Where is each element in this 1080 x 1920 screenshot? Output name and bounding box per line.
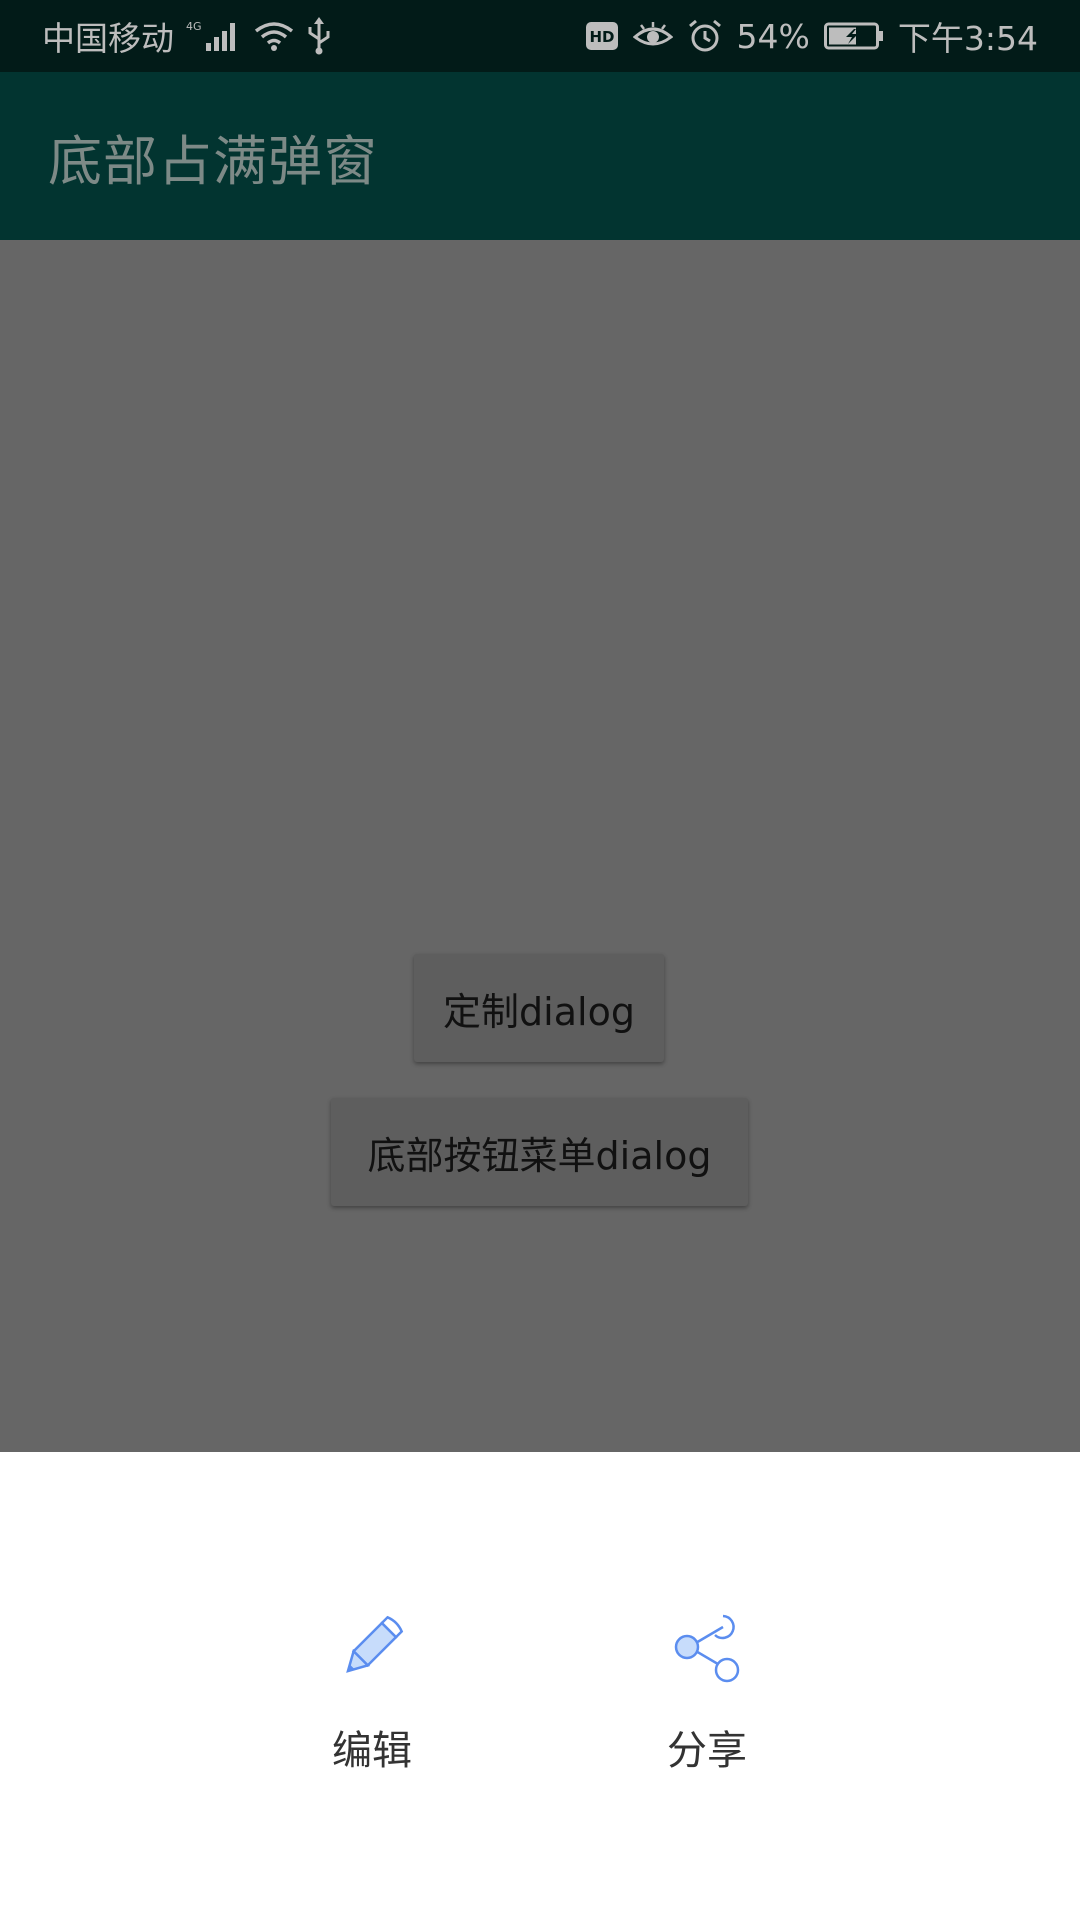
edit-label: 编辑 — [332, 1728, 412, 1774]
wifi-icon — [254, 19, 294, 53]
eye-icon — [632, 21, 673, 51]
screen: 中国移动 4G HD 54% 下午3:54 底部占满弹窗 定制dialog 底部… — [0, 0, 1080, 1920]
share-option[interactable]: 分享 — [607, 1602, 807, 1776]
battery-percent: 54% — [736, 16, 810, 56]
bottom-sheet-dialog: 编辑 分享 — [0, 1452, 1080, 1920]
hd-icon: HD — [585, 21, 619, 51]
bottom-menu-dialog-button[interactable]: 底部按钮菜单dialog — [331, 1098, 748, 1206]
battery-icon — [823, 21, 884, 51]
app-bar: 底部占满弹窗 — [0, 72, 1080, 240]
share-label: 分享 — [667, 1728, 747, 1774]
edit-option[interactable]: 编辑 — [272, 1602, 472, 1776]
network-type: 4G — [186, 20, 202, 33]
custom-dialog-button[interactable]: 定制dialog — [414, 954, 664, 1062]
alarm-icon — [687, 19, 723, 53]
status-bar-left: 中国移动 4G — [42, 12, 332, 60]
status-bar-right: HD 54% 下午3:54 — [585, 12, 1038, 60]
carrier-name: 中国移动 — [42, 19, 174, 58]
clock-time: 下午3:54 — [897, 19, 1038, 58]
usb-icon — [306, 17, 332, 55]
app-title: 底部占满弹窗 — [48, 129, 378, 193]
signal-icon: 4G — [186, 19, 242, 53]
pencil-icon — [327, 1602, 417, 1692]
hd-label: HD — [589, 28, 614, 46]
status-bar: 中国移动 4G HD 54% 下午3:54 — [0, 0, 1080, 72]
share-icon — [662, 1602, 752, 1692]
